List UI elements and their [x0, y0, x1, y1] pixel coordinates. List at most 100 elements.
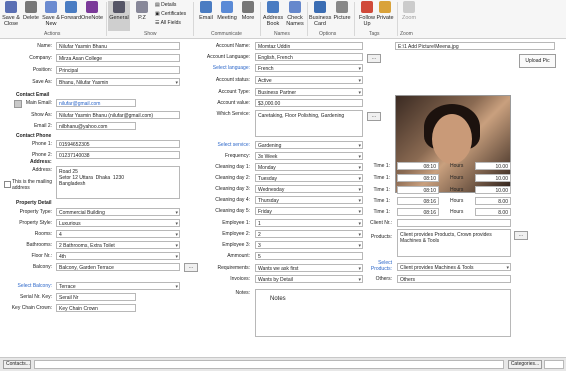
contact-form: Name: Nilufar Yasmin Bhanu Company: Mirz… — [0, 39, 566, 357]
which-service-field[interactable]: Caretaking, Floor Polishing, Gardening — [255, 110, 363, 137]
cleaning-day4-select[interactable]: Thursday — [255, 196, 363, 204]
hours-label-c: Hours — [450, 187, 464, 193]
client-nr-field[interactable] — [397, 219, 511, 227]
select-service-select[interactable]: Gardening — [255, 141, 363, 149]
phone2-field[interactable]: 01237140038 — [56, 151, 180, 159]
delete-icon — [25, 1, 37, 13]
save-close-button[interactable]: Save & Close — [0, 1, 22, 31]
floor-select[interactable]: 4th — [56, 252, 180, 260]
categories-field[interactable] — [544, 360, 564, 369]
cleaning-day3-select[interactable]: Wednesday — [255, 185, 363, 193]
business-card-button[interactable]: Business Card — [309, 1, 331, 31]
onenote-button[interactable]: OneNote — [81, 1, 103, 31]
check-names-button[interactable]: Check Names — [284, 1, 306, 31]
mailing-address-label: This is the mailing address — [12, 179, 53, 191]
email2-label: Email 2: — [33, 123, 52, 129]
select-language-select[interactable]: French — [255, 64, 363, 72]
email2-field[interactable]: nilbhanu@yahoo.com — [56, 122, 136, 130]
status-bar: Contacts... Categories... — [0, 357, 566, 371]
main-email-field[interactable]: nilufar@gmail.com — [56, 99, 136, 107]
company-field[interactable]: Mirza Asan College — [56, 54, 180, 62]
employee2-label: Employee 2: — [222, 231, 250, 237]
save-as-select[interactable]: Bhanu, Nilufar Yasmin — [56, 78, 180, 86]
all-fields-button[interactable]: ☰ All Fields — [155, 19, 186, 28]
more-button[interactable]: More — [237, 1, 259, 31]
property-type-label: Property Type: — [19, 209, 52, 215]
contacts-button[interactable]: Contacts... — [3, 360, 31, 369]
forward-button[interactable]: Forward — [60, 1, 82, 31]
products-field[interactable]: Client provides Products, Crown provides… — [397, 229, 511, 257]
cleaning-day1-select[interactable]: Monday — [255, 163, 363, 171]
categories-button[interactable]: Categories... — [508, 360, 542, 369]
ammount-field[interactable]: 5 — [255, 252, 363, 260]
time1-field-b[interactable]: 08:10 — [397, 174, 439, 182]
picture-button[interactable]: Picture — [331, 1, 353, 31]
balcony-field[interactable]: Balcony, Garden Terrace — [56, 263, 180, 271]
email-button[interactable]: Email — [195, 1, 217, 31]
save-new-button[interactable]: Save & New — [40, 1, 62, 31]
ribbon: Save & Close Delete Save & New Forward O… — [0, 0, 566, 39]
contact-phone-header: Contact Phone — [16, 133, 52, 139]
cleaning-day2-select[interactable]: Tuesday — [255, 174, 363, 182]
notes-field[interactable]: Notes — [255, 289, 511, 337]
name-label: Name: — [37, 43, 52, 49]
phone1-field[interactable]: 01594652305 — [56, 140, 180, 148]
cleaning-day5-select[interactable]: Friday — [255, 207, 363, 215]
time1-field-a[interactable]: 08:10 — [397, 162, 439, 170]
lock-icon — [379, 1, 391, 13]
serial-key-field[interactable]: Serail Nr — [56, 293, 136, 301]
invoices-select[interactable]: Wants by Detail — [255, 275, 363, 283]
account-type-select[interactable]: Business Partner — [255, 88, 363, 96]
select-products-select[interactable]: Client provides Machines & Tools — [397, 263, 511, 271]
rooms-select[interactable]: 4 — [56, 230, 180, 238]
others-field[interactable]: Others — [397, 275, 511, 283]
select-balcony-select[interactable]: Terrace — [56, 282, 180, 290]
hours-field-c[interactable]: 10.00 — [475, 186, 511, 194]
account-language-field[interactable]: English, French — [255, 53, 363, 61]
picture-path-field[interactable]: E:\1 Add Picture\Meena.jpg — [395, 42, 555, 50]
contacts-field[interactable] — [34, 360, 504, 369]
account-name-field[interactable]: Momtaz Uddin — [255, 42, 363, 50]
name-field[interactable]: Nilufar Yasmin Bhanu — [56, 42, 180, 50]
requirements-select[interactable]: Wants we ask first — [255, 264, 363, 272]
employee1-select[interactable]: 1 — [255, 219, 363, 227]
hours-field-e[interactable]: 8.00 — [475, 208, 511, 216]
address-book-button[interactable]: Address Book — [262, 1, 284, 31]
position-field[interactable]: Principal — [56, 66, 180, 74]
mailing-address-checkbox[interactable] — [4, 181, 11, 188]
hours-field-d[interactable]: 8.00 — [475, 197, 511, 205]
service-more-button[interactable]: ... — [367, 112, 381, 121]
property-type-select[interactable]: Commercial Building — [56, 208, 180, 216]
account-type-label: Account Type: — [218, 89, 250, 95]
details-button[interactable]: ▤ Details — [155, 1, 186, 10]
pz-button[interactable]: P.Z — [131, 1, 153, 31]
frequency-select[interactable]: 3x Week — [255, 152, 363, 160]
property-style-select[interactable]: Luxurious — [56, 219, 180, 227]
products-more-button[interactable]: ... — [514, 231, 528, 240]
email-address-book-icon[interactable] — [14, 100, 22, 108]
certificates-button[interactable]: ▣ Certificates — [155, 10, 186, 19]
hours-field-a[interactable]: 10.00 — [475, 162, 511, 170]
time1-field-c[interactable]: 08:10 — [397, 186, 439, 194]
private-button[interactable]: Private — [374, 1, 396, 31]
language-more-button[interactable]: ... — [367, 54, 381, 63]
bathrooms-select[interactable]: 2 Bathrooms, Extra Toilet — [56, 241, 180, 249]
employee3-select[interactable]: 3 — [255, 241, 363, 249]
general-button[interactable]: General — [108, 1, 130, 31]
zoom-button[interactable]: Zoom — [398, 1, 420, 31]
key-chain-field[interactable]: Key Chain Crown — [56, 304, 136, 312]
account-status-select[interactable]: Active — [255, 76, 363, 84]
group-label-show: Show — [144, 31, 157, 37]
meeting-button[interactable]: Meeting — [216, 1, 238, 31]
time1-field-d[interactable]: 08:16 — [397, 197, 439, 205]
upload-pic-button[interactable]: Upload Pic — [519, 54, 556, 68]
address-field[interactable]: Road 25 Setor 12 Uttara Dhaka 1230 Bangl… — [56, 166, 180, 199]
time1-field-e[interactable]: 08:16 — [397, 208, 439, 216]
general-icon — [113, 1, 125, 13]
others-label: Others: — [375, 276, 392, 282]
show-as-field[interactable]: Nilufar Yasmin Bhanu (nilufar@gmail.com) — [56, 111, 180, 119]
delete-button[interactable]: Delete — [20, 1, 42, 31]
employee2-select[interactable]: 2 — [255, 230, 363, 238]
hours-field-b[interactable]: 10.00 — [475, 174, 511, 182]
account-value-field[interactable]: $3,000.00 — [255, 99, 363, 107]
